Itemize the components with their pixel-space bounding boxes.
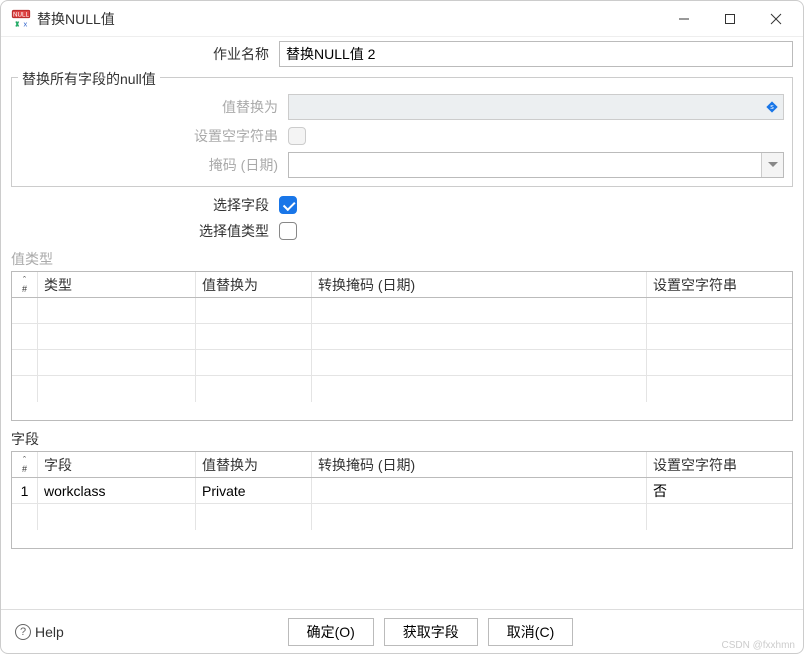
replace-value-label: 值替换为 — [20, 97, 288, 117]
col-set-empty: 设置空字符串 — [647, 272, 792, 297]
fieldset-legend: 替换所有字段的null值 — [18, 69, 160, 89]
table-row[interactable] — [12, 350, 792, 376]
select-field-label: 选择字段 — [11, 195, 279, 215]
value-type-section-label: 值类型 — [11, 249, 793, 269]
select-value-type-label: 选择值类型 — [11, 221, 279, 241]
replace-value-input: s — [288, 94, 784, 120]
col-replace-as: 值替换为 — [196, 452, 312, 477]
cancel-button[interactable]: 取消(C) — [488, 618, 573, 646]
window-title: 替换NULL值 — [37, 9, 115, 29]
set-empty-string-checkbox — [288, 127, 306, 145]
replace-value-row: 值替换为 s — [20, 94, 784, 120]
button-bar: ? Help 确定(O) 获取字段 取消(C) — [1, 609, 803, 653]
grid-header: ˆ# 类型 值替换为 转换掩码 (日期) 设置空字符串 — [12, 272, 792, 298]
col-date-mask: 转换掩码 (日期) — [312, 452, 647, 477]
field-grid[interactable]: ˆ# 字段 值替换为 转换掩码 (日期) 设置空字符串 1 workclass … — [11, 451, 793, 549]
app-icon: NULLx — [11, 9, 31, 29]
col-type: 类型 — [38, 272, 196, 297]
window-titlebar: NULLx 替换NULL值 — [1, 1, 803, 37]
date-mask-combobox[interactable] — [288, 152, 784, 178]
get-fields-button[interactable]: 获取字段 — [384, 618, 478, 646]
minimize-button[interactable] — [661, 1, 707, 37]
maximize-button[interactable] — [707, 1, 753, 37]
col-hash: ˆ# — [12, 452, 38, 477]
select-value-type-checkbox[interactable] — [279, 222, 297, 240]
help-icon: ? — [15, 624, 31, 640]
job-name-row: 作业名称 — [11, 41, 793, 67]
col-replace-as: 值替换为 — [196, 272, 312, 297]
table-row[interactable] — [12, 504, 792, 530]
table-row[interactable] — [12, 298, 792, 324]
chevron-down-icon[interactable] — [761, 153, 783, 177]
col-set-empty: 设置空字符串 — [647, 452, 792, 477]
table-row[interactable] — [12, 376, 792, 402]
job-name-input[interactable] — [279, 41, 793, 67]
replace-all-fieldset: 替换所有字段的null值 值替换为 s 设置空字符串 掩码 (日期) — [11, 77, 793, 187]
set-empty-string-row: 设置空字符串 — [20, 126, 784, 146]
svg-text:NULL: NULL — [13, 11, 30, 18]
grid-header: ˆ# 字段 值替换为 转换掩码 (日期) 设置空字符串 — [12, 452, 792, 478]
select-field-row: 选择字段 — [11, 195, 793, 215]
watermark: CSDN @fxxhmn — [722, 640, 796, 651]
col-field: 字段 — [38, 452, 196, 477]
svg-text:x: x — [24, 19, 28, 28]
close-button[interactable] — [753, 1, 799, 37]
help-button[interactable]: ? Help — [11, 618, 68, 646]
select-field-checkbox[interactable] — [279, 196, 297, 214]
value-type-grid[interactable]: ˆ# 类型 值替换为 转换掩码 (日期) 设置空字符串 — [11, 271, 793, 421]
select-value-type-row: 选择值类型 — [11, 221, 793, 241]
variable-picker-icon[interactable]: s — [765, 100, 779, 114]
col-date-mask: 转换掩码 (日期) — [312, 272, 647, 297]
svg-text:s: s — [770, 104, 774, 111]
date-mask-row: 掩码 (日期) — [20, 152, 784, 178]
set-empty-string-label: 设置空字符串 — [20, 126, 288, 146]
col-hash: ˆ# — [12, 272, 38, 297]
table-row[interactable] — [12, 324, 792, 350]
table-row[interactable]: 1 workclass Private 否 — [12, 478, 792, 504]
job-name-label: 作业名称 — [11, 44, 279, 64]
field-section-label: 字段 — [11, 429, 793, 449]
date-mask-label: 掩码 (日期) — [20, 155, 288, 175]
ok-button[interactable]: 确定(O) — [288, 618, 374, 646]
